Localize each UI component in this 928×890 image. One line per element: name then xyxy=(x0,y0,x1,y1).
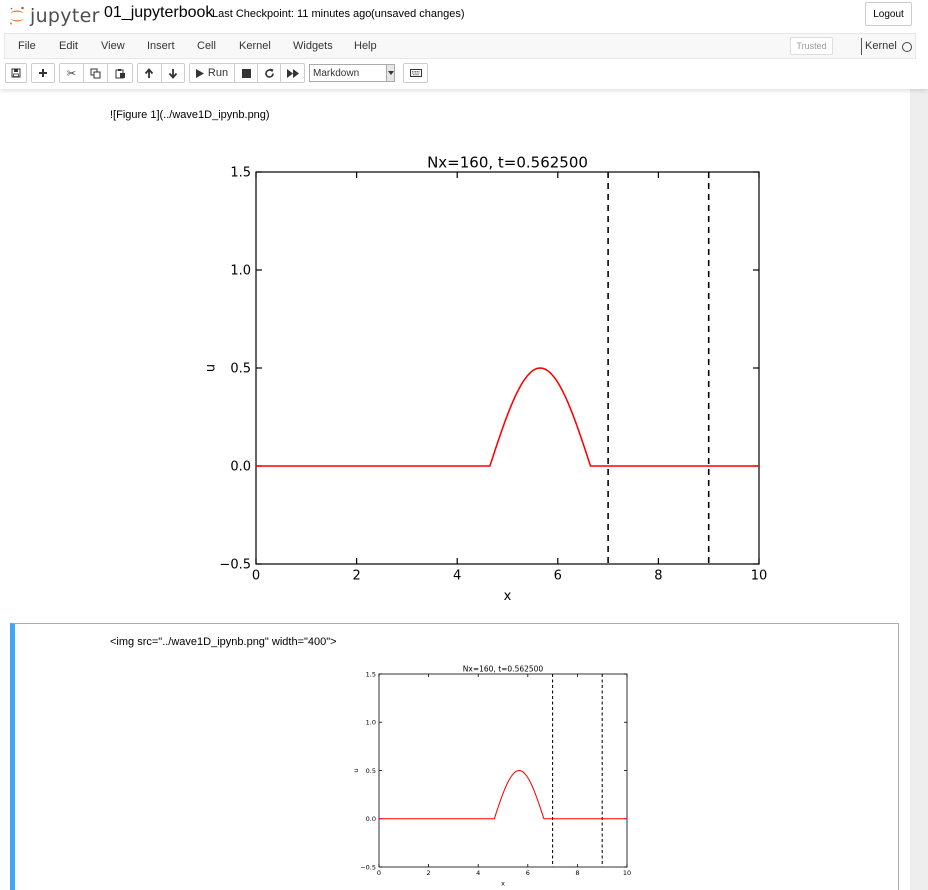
arrow-down-icon xyxy=(168,68,177,79)
kernel-name[interactable]: Kernel xyxy=(865,40,897,52)
jupyter-logo[interactable]: jupyter xyxy=(8,5,100,27)
x-tick-label: 10 xyxy=(751,569,768,584)
menu-insert[interactable]: Insert xyxy=(147,40,175,52)
x-tick-label: 8 xyxy=(575,869,579,877)
toolbar-save-group xyxy=(5,63,27,83)
wave-chart-small: −0.5 0.0 0.5 1.0 1.5 0 2 4 6 8 10 Nx=160, t=0.56250… xyxy=(352,664,631,888)
menu-help[interactable]: Help xyxy=(354,40,377,52)
chart-title: Nx=160, t=0.562500 xyxy=(427,154,588,172)
x-tick-label: 2 xyxy=(352,569,360,584)
x-axis-label: x xyxy=(504,589,512,604)
notebook-header: jupyter 01_jupyterbook Last Checkpoint: … xyxy=(0,0,928,89)
logout-button[interactable]: Logout xyxy=(865,2,912,26)
wave-chart-large: −0.5 0.0 0.5 1.0 1.5 0 2 4 6 8 10 Nx=160, t=0.56250… xyxy=(203,154,768,605)
copy-button[interactable] xyxy=(84,64,108,82)
interrupt-button[interactable] xyxy=(235,64,258,82)
markdown-source-cell-2[interactable]: <img src="../wave1D_ipynb.png" width="40… xyxy=(110,636,337,648)
y-axis-label: u xyxy=(352,768,360,772)
keyboard-shortcuts-button[interactable] xyxy=(404,64,427,82)
y-tick-label: 1.0 xyxy=(366,719,376,727)
cell-type-value: Markdown xyxy=(313,68,360,79)
y-axis-label: u xyxy=(203,364,218,372)
toolbar-insert-group xyxy=(31,63,55,83)
x-axis-label: x xyxy=(501,880,505,888)
x-tick-label: 6 xyxy=(554,569,562,584)
trusted-indicator[interactable]: Trusted xyxy=(790,37,833,55)
menu-widgets[interactable]: Widgets xyxy=(293,40,333,52)
toolbar-edit-group: ✂ xyxy=(59,63,133,83)
restart-button[interactable] xyxy=(258,64,281,82)
jupyter-brand-text: jupyter xyxy=(30,5,100,27)
paste-icon xyxy=(115,68,125,78)
run-label: Run xyxy=(207,67,229,79)
kernel-separator xyxy=(861,38,862,55)
notebook-name[interactable]: 01_jupyterbook xyxy=(104,4,213,22)
cell-type-select[interactable]: Markdown xyxy=(309,64,395,82)
markdown-source-cell-1[interactable]: ![Figure 1](../wave1D_ipynb.png) xyxy=(110,109,270,121)
restart-icon xyxy=(264,68,274,78)
plot-area xyxy=(378,673,628,868)
menu-kernel[interactable]: Kernel xyxy=(239,40,271,52)
plus-icon xyxy=(39,69,47,77)
y-tick-label: 1.0 xyxy=(230,264,251,279)
toolbar-run-group: Run xyxy=(189,63,305,83)
kernel-idle-indicator-icon xyxy=(902,42,912,52)
keyboard-icon xyxy=(409,69,422,77)
arrow-up-icon xyxy=(145,67,154,78)
x-tick-label: 4 xyxy=(453,569,461,584)
y-tick-label: −0.5 xyxy=(219,558,251,573)
x-tick-label: 10 xyxy=(623,869,631,877)
x-tick-label: 8 xyxy=(654,569,662,584)
move-down-button[interactable] xyxy=(162,64,185,82)
chevron-down-icon xyxy=(386,65,394,81)
save-icon xyxy=(11,68,21,78)
menu-cell[interactable]: Cell xyxy=(197,40,216,52)
toolbar-shortcuts-group xyxy=(403,63,428,83)
y-tick-label: 0.5 xyxy=(230,362,251,377)
y-tick-label: 0.0 xyxy=(230,460,251,475)
checkpoint-status: Last Checkpoint: 11 minutes ago xyxy=(212,8,372,20)
run-all-button[interactable] xyxy=(281,64,304,82)
stop-icon xyxy=(241,68,251,78)
unsaved-changes-indicator: (unsaved changes) xyxy=(371,8,465,20)
y-tick-label: 1.5 xyxy=(230,166,251,181)
fast-forward-icon xyxy=(286,68,299,78)
y-tick-label: 0.5 xyxy=(366,767,376,775)
y-tick-label: 0.0 xyxy=(366,815,376,823)
cut-icon: ✂ xyxy=(66,67,77,80)
save-button[interactable] xyxy=(6,64,26,82)
insert-cell-button[interactable] xyxy=(32,64,54,82)
paste-button[interactable] xyxy=(108,64,132,82)
chart-title: Nx=160, t=0.562500 xyxy=(463,664,544,673)
x-tick-label: 2 xyxy=(427,869,431,877)
notebook-scrollbar[interactable] xyxy=(910,89,928,890)
jupyter-logo-icon xyxy=(9,6,24,25)
notebook-container[interactable]: ![Figure 1](../wave1D_ipynb.png) −0.5 0.0… xyxy=(0,89,910,890)
toolbar-move-group xyxy=(137,63,185,83)
menu-view[interactable]: View xyxy=(101,40,125,52)
menubar: File Edit View Insert Cell Kernel Widget… xyxy=(4,33,916,59)
x-tick-label: 6 xyxy=(526,869,530,877)
move-up-button[interactable] xyxy=(138,64,162,82)
x-tick-label: 0 xyxy=(252,569,260,584)
x-tick-label: 4 xyxy=(476,869,480,877)
menu-file[interactable]: File xyxy=(18,40,36,52)
plot-area xyxy=(255,171,760,565)
y-tick-label: −0.5 xyxy=(360,863,376,871)
menu-edit[interactable]: Edit xyxy=(59,40,78,52)
play-icon xyxy=(195,68,204,78)
run-button[interactable]: Run xyxy=(190,64,235,82)
cut-button[interactable]: ✂ xyxy=(60,64,84,82)
y-tick-label: 1.5 xyxy=(366,670,376,678)
copy-icon xyxy=(90,68,101,78)
x-tick-label: 0 xyxy=(377,869,381,877)
